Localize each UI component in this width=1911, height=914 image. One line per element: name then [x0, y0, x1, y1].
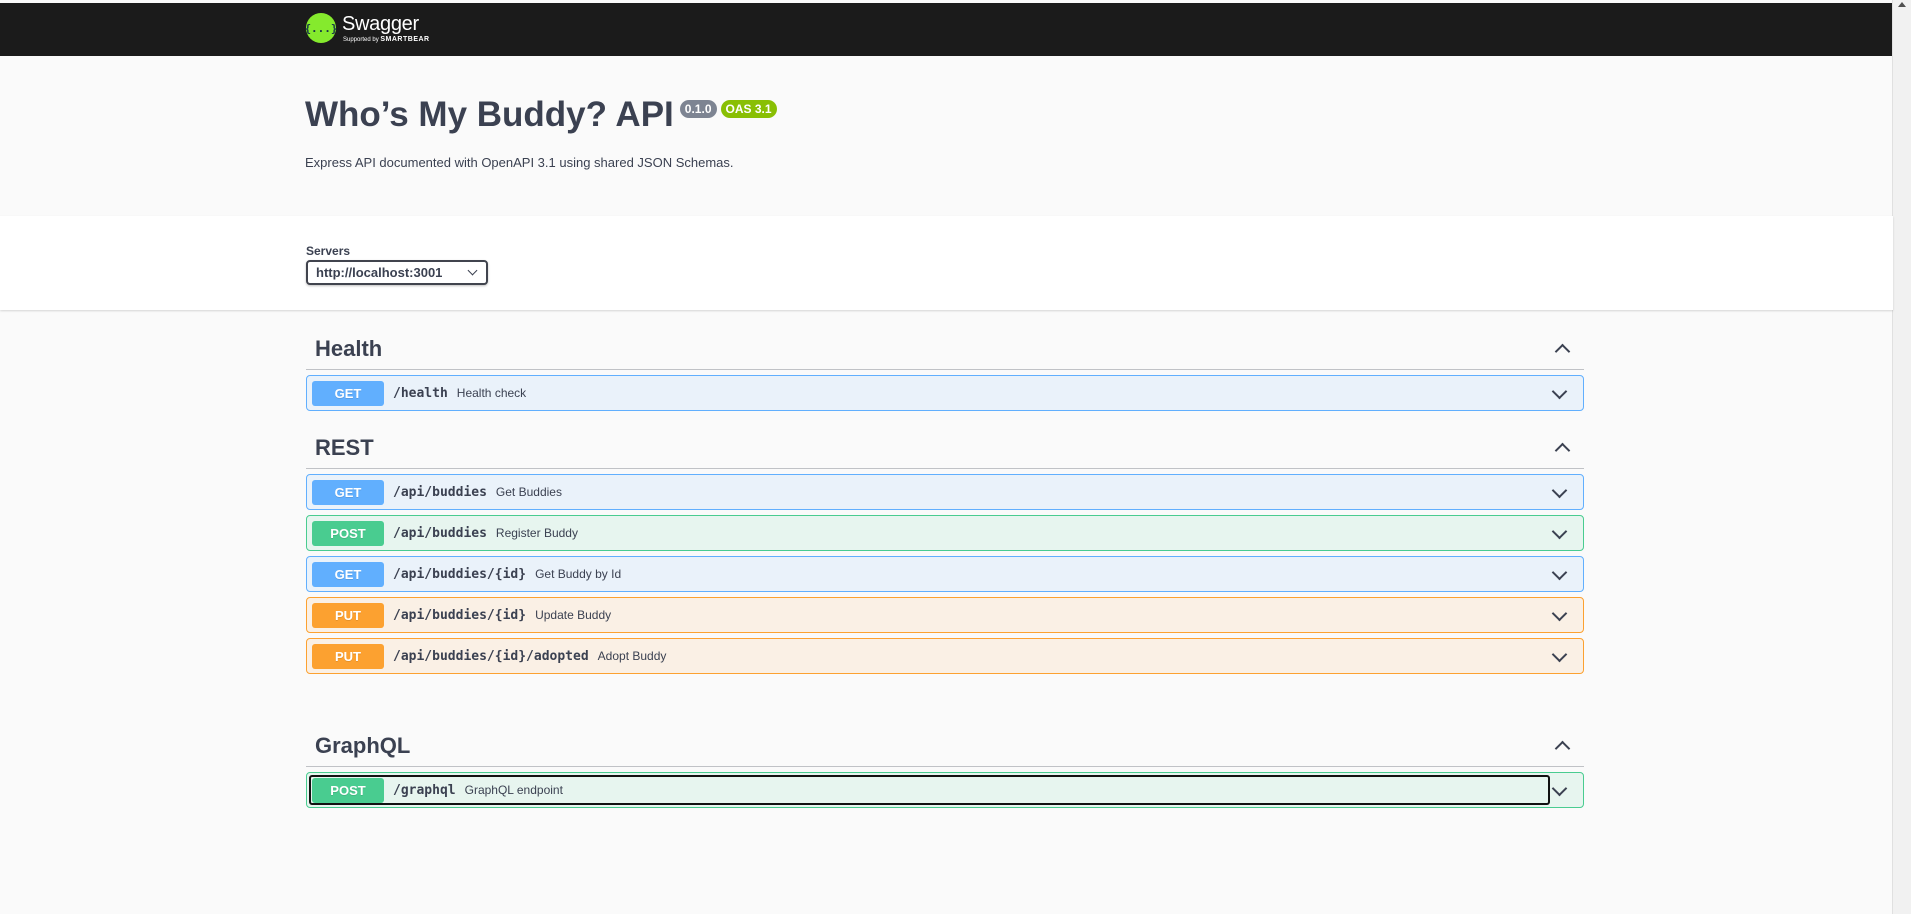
chevron-down-icon[interactable] [1551, 564, 1568, 581]
chevron-up-icon[interactable] [1554, 343, 1571, 360]
server-select-value: http://localhost:3001 [316, 265, 443, 280]
tag-header-health[interactable]: Health [306, 328, 1584, 370]
tag-title: REST [315, 434, 374, 460]
topbar: {...} Swagger Supported by SMARTBEAR [0, 3, 1893, 56]
tag-header-graphql[interactable]: GraphQL [306, 725, 1584, 767]
chevron-down-icon[interactable] [1551, 383, 1568, 400]
operation-put-buddy-adopted[interactable]: PUT /api/buddies/{id}/adopted Adopt Budd… [306, 638, 1584, 674]
operation-summary: Update Buddy [535, 608, 612, 622]
chevron-down-icon[interactable] [1551, 523, 1568, 540]
operation-path: /api/buddies [393, 484, 487, 500]
method-badge: PUT [312, 602, 384, 628]
server-select[interactable]: http://localhost:3001 [306, 260, 488, 285]
tag-title: GraphQL [315, 732, 411, 758]
operation-summary: Get Buddy by Id [535, 567, 622, 581]
api-info: Who’s My Buddy? API 0.1.0 OAS 3.1 Expres… [305, 95, 777, 170]
operation-summary: Register Buddy [495, 526, 578, 540]
chevron-up-icon[interactable] [1554, 740, 1571, 757]
method-badge: GET [312, 380, 384, 406]
chevron-down-icon[interactable] [1551, 605, 1568, 622]
operation-path: /api/buddies/{id} [393, 607, 527, 623]
operation-summary: Adopt Buddy [597, 649, 667, 663]
method-badge: POST [312, 777, 384, 803]
method-badge: GET [312, 561, 384, 587]
operation-path: /health [393, 385, 448, 401]
operation-put-buddy[interactable]: PUT /api/buddies/{id} Update Buddy [306, 597, 1584, 633]
operation-get-buddies[interactable]: GET /api/buddies Get Buddies [306, 474, 1584, 510]
tag-section-health: Health GET /health Health check [306, 328, 1584, 411]
vertical-scrollbar[interactable] [1892, 0, 1911, 914]
logo-name: Swagger [342, 12, 419, 35]
api-description: Express API documented with OpenAPI 3.1 … [305, 154, 734, 170]
operation-path: /api/buddies/{id}/adopted [393, 648, 589, 664]
operation-get-buddy-by-id[interactable]: GET /api/buddies/{id} Get Buddy by Id [306, 556, 1584, 592]
page-title: Who’s My Buddy? API [305, 95, 674, 134]
chevron-down-icon [467, 265, 478, 276]
tag-title: Health [315, 335, 383, 361]
swagger-logo[interactable]: {...} Swagger Supported by SMARTBEAR [304, 12, 430, 43]
chevron-up-icon[interactable] [1554, 442, 1571, 459]
tag-section-rest: REST GET /api/buddies Get Buddies POST /… [306, 427, 1584, 674]
oas-badge: OAS 3.1 [720, 100, 777, 118]
operation-path: /api/buddies [393, 525, 487, 541]
operation-post-graphql[interactable]: POST /graphql GraphQL endpoint [306, 772, 1584, 808]
swagger-logo-icon: {...} [304, 13, 338, 43]
servers-label: Servers [306, 244, 351, 258]
chevron-down-icon[interactable] [1551, 780, 1568, 797]
tag-section-graphql: GraphQL POST /graphql GraphQL endpoint [306, 725, 1584, 808]
operation-path: /api/buddies/{id} [393, 566, 527, 582]
chevron-down-icon[interactable] [1551, 482, 1568, 499]
tag-header-rest[interactable]: REST [306, 427, 1584, 469]
version-badge: 0.1.0 [679, 100, 717, 118]
logo-subtitle: Supported by SMARTBEAR [343, 35, 430, 43]
operation-summary: Get Buddies [495, 485, 562, 499]
chevron-down-icon[interactable] [1551, 646, 1568, 663]
scroll-up-arrow-icon[interactable] [1898, 2, 1906, 7]
method-badge: PUT [312, 643, 384, 669]
operation-post-buddies[interactable]: POST /api/buddies Register Buddy [306, 515, 1584, 551]
method-badge: GET [312, 479, 384, 505]
servers-section: Servers http://localhost:3001 [0, 216, 1893, 310]
operation-summary: Health check [456, 386, 527, 400]
method-badge: POST [312, 520, 384, 546]
operation-get-health[interactable]: GET /health Health check [306, 375, 1584, 411]
focus-outline [309, 775, 1550, 805]
